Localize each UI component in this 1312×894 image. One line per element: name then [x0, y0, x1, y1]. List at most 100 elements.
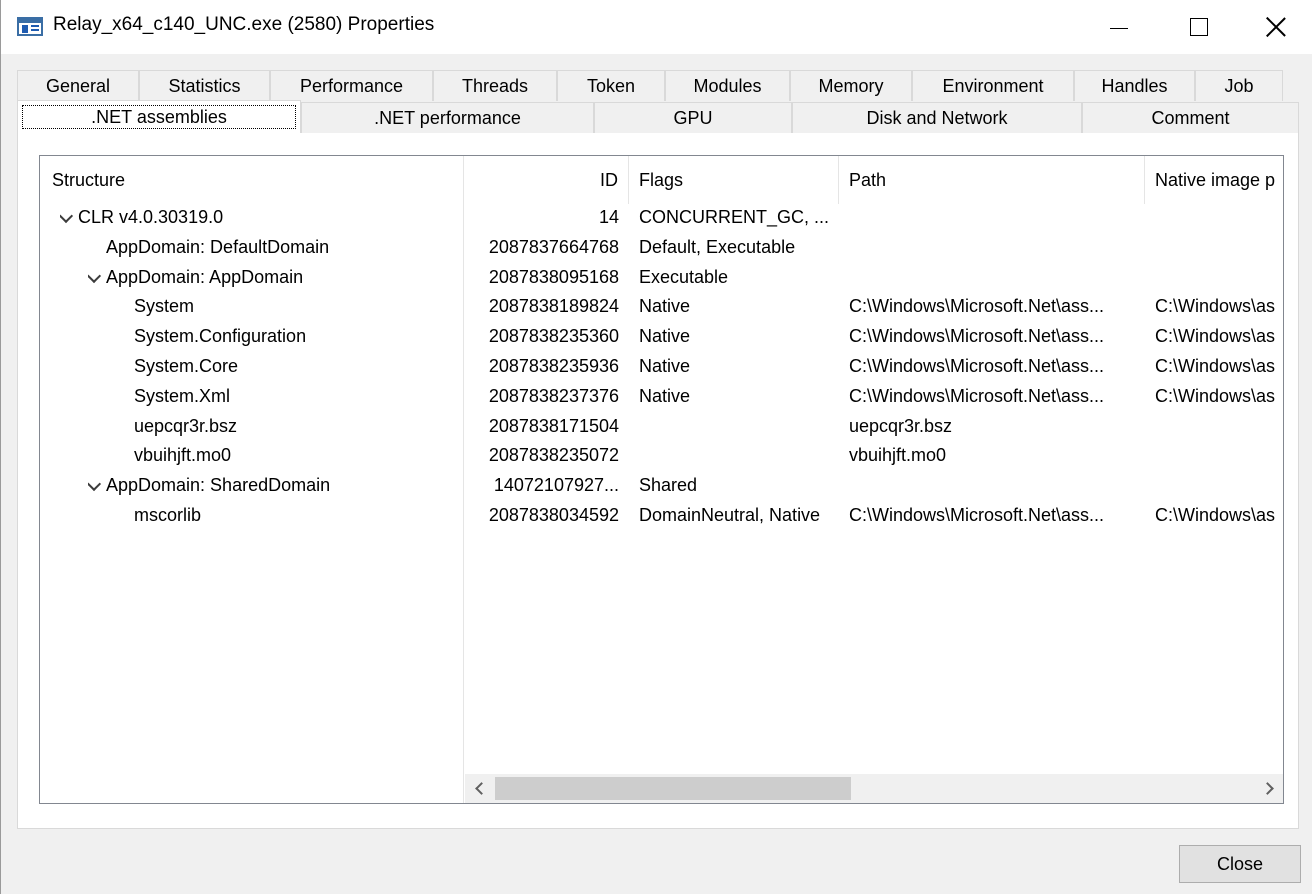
tree-row[interactable]: AppDomain: DefaultDomain [106, 232, 482, 262]
structure-label: System.Configuration [134, 326, 307, 347]
id-cell: 2087838034592 [488, 505, 619, 525]
path-cell [849, 470, 1141, 500]
tab-label: Job [1224, 75, 1254, 96]
tab-environment[interactable]: Environment [912, 70, 1074, 101]
structure-label: AppDomain: DefaultDomain [106, 236, 330, 257]
native-image-path-cell [1155, 470, 1283, 500]
tab-net-performance[interactable]: .NET performance [301, 102, 594, 133]
flags-cell: Native [639, 385, 691, 406]
tab-label: Environment [942, 75, 1044, 96]
minimize-button[interactable] [1079, 0, 1159, 54]
tab-job[interactable]: Job [1195, 70, 1283, 101]
tab-comment[interactable]: Comment [1082, 102, 1299, 133]
flags-cell: Native [639, 296, 691, 317]
tree-row[interactable]: uepcqr3r.bsz [134, 411, 482, 441]
scroll-left-button[interactable] [465, 774, 493, 803]
tree-row[interactable]: System.Configuration [134, 321, 482, 351]
close-button-label: Close [1216, 853, 1264, 874]
native-image-path-cell [1155, 202, 1283, 232]
tab-label: Handles [1101, 75, 1168, 96]
header-label: Flags [639, 169, 684, 190]
tab-gpu[interactable]: GPU [594, 102, 792, 133]
title-bar[interactable]: Relay_x64_c140_UNC.exe (2580) Properties [1, 0, 1312, 54]
path-cell [849, 202, 1141, 232]
tab-threads[interactable]: Threads [433, 70, 557, 101]
tab-label: GPU [673, 107, 713, 128]
tab-label: Token [586, 75, 636, 96]
column-header-native-image-path[interactable]: Native image p [1145, 156, 1283, 204]
flags-cell: CONCURRENT_GC, ... [639, 207, 830, 227]
tree-row[interactable]: System.Xml [134, 381, 482, 411]
flags-cell: DomainNeutral, Native [639, 505, 821, 525]
flags-cell [639, 411, 839, 441]
id-cell: 2087838171504 [488, 415, 619, 436]
id-cell: 2087838237376 [488, 385, 619, 406]
assemblies-tree-grid[interactable]: Structure CLR v4.0.30319.0 AppDomain: Def… [39, 155, 1284, 804]
native-image-path-cell: C:\Windows\as [1155, 326, 1276, 347]
native-image-path-cell [1155, 262, 1283, 292]
tab-performance[interactable]: Performance [270, 70, 433, 101]
path-cell: C:\Windows\Microsoft.Net\ass... [849, 326, 1105, 347]
structure-label: AppDomain: SharedDomain [106, 475, 331, 496]
id-cell: 14072107927... [493, 475, 619, 496]
window-app-icon [17, 17, 43, 36]
flags-cell: Default, Executable [639, 236, 796, 257]
id-cell: 2087838235072 [488, 445, 619, 466]
tab-net-assemblies[interactable]: .NET assemblies [17, 100, 301, 133]
tab-label: .NET performance [374, 107, 521, 128]
tab-label: General [45, 75, 111, 96]
tab-token[interactable]: Token [557, 70, 665, 101]
maximize-button[interactable] [1159, 0, 1239, 54]
tree-row[interactable]: System.Core [134, 351, 482, 381]
tab-statistics[interactable]: Statistics [139, 70, 270, 101]
column-header-id[interactable]: ID [465, 156, 629, 204]
tab-label: Performance [299, 75, 404, 96]
tab-disk-and-network[interactable]: Disk and Network [792, 102, 1082, 133]
tree-row[interactable]: AppDomain: AppDomain [88, 262, 464, 292]
tab-label: Comment [1151, 107, 1230, 128]
structure-label: mscorlib [134, 505, 202, 525]
scroll-right-button[interactable] [1255, 774, 1283, 803]
flags-cell: Shared [639, 475, 698, 496]
structure-label: System.Core [134, 356, 239, 376]
tab-memory[interactable]: Memory [790, 70, 912, 101]
flags-cell: Native [639, 326, 691, 347]
chevron-down-icon[interactable] [88, 479, 100, 491]
horizontal-scrollbar[interactable] [465, 774, 1283, 803]
tree-row[interactable]: mscorlib [134, 500, 482, 530]
column-header-flags[interactable]: Flags [629, 156, 839, 204]
scrollbar-thumb[interactable] [495, 777, 851, 800]
structure-pane: Structure CLR v4.0.30319.0 AppDomain: Def… [40, 156, 464, 803]
flags-cell: Native [639, 356, 691, 376]
close-button[interactable]: Close [1179, 845, 1301, 883]
structure-label: AppDomain: AppDomain [106, 266, 304, 287]
tree-row[interactable]: vbuihjft.mo0 [134, 440, 482, 470]
native-image-path-cell: C:\Windows\as [1155, 385, 1276, 406]
close-window-button[interactable] [1239, 0, 1312, 54]
path-cell: C:\Windows\Microsoft.Net\ass... [849, 505, 1105, 525]
tab-label: Memory [818, 75, 884, 96]
native-image-path-cell: C:\Windows\as [1155, 505, 1276, 525]
chevron-left-icon [474, 782, 488, 795]
path-cell: C:\Windows\Microsoft.Net\ass... [849, 385, 1105, 406]
column-header-path[interactable]: Path [839, 156, 1145, 204]
tab-modules[interactable]: Modules [665, 70, 790, 101]
tree-row[interactable]: AppDomain: SharedDomain [88, 470, 464, 500]
tree-row[interactable]: CLR v4.0.30319.0 [60, 202, 464, 232]
path-cell [849, 262, 1141, 292]
path-cell [849, 232, 1141, 262]
chevron-down-icon[interactable] [88, 271, 100, 283]
close-icon [1266, 17, 1286, 37]
header-label: ID [600, 169, 618, 190]
chevron-down-icon[interactable] [60, 211, 72, 223]
tab-general[interactable]: General [17, 70, 139, 101]
path-cell: C:\Windows\Microsoft.Net\ass... [849, 356, 1105, 376]
id-cell: 2087838095168 [488, 266, 619, 287]
tree-row[interactable]: System [134, 291, 482, 321]
flags-cell: Executable [639, 266, 729, 287]
native-image-path-cell [1155, 440, 1283, 470]
header-label: Structure [52, 169, 126, 190]
native-image-path-cell [1155, 232, 1283, 262]
tab-handles[interactable]: Handles [1074, 70, 1195, 101]
column-header-structure[interactable]: Structure [40, 156, 464, 204]
